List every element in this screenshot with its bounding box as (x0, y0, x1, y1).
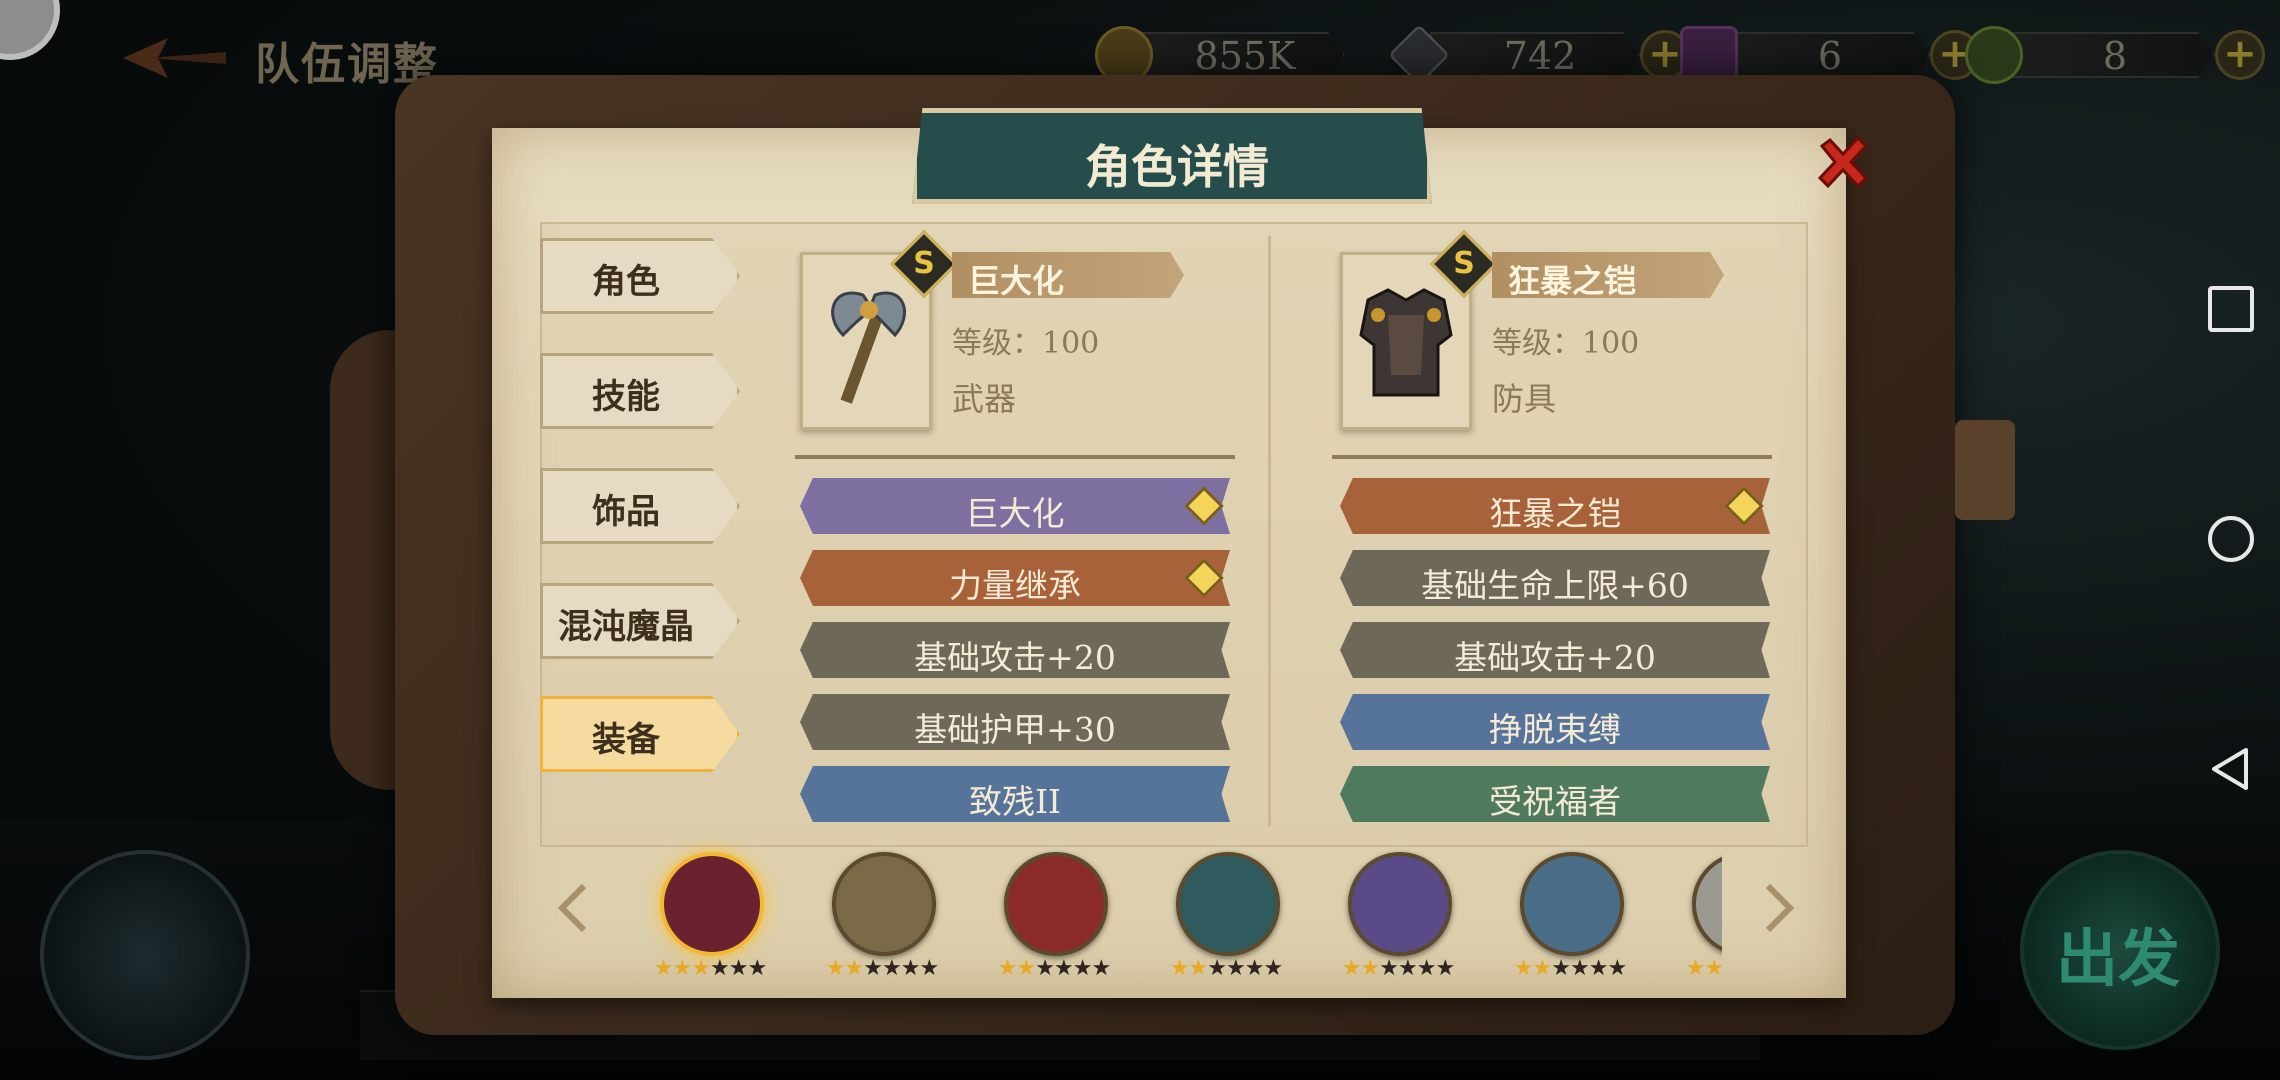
star-rating: ★★★★★★ (997, 956, 1111, 981)
hero-carousel: ★★★★★★ ★★★★★★ ★★★★★★ ★★★★★★ ★★★★★★ ★★★★★… (540, 852, 1808, 982)
skill-row[interactable]: 基础生命上限+60 (1340, 550, 1770, 606)
system-nav-bar (2180, 0, 2280, 1080)
back-button[interactable] (118, 30, 228, 86)
hero-portrait[interactable]: ★★★★★★ (1490, 852, 1650, 982)
hero-portrait[interactable]: ★★★★★★ (1146, 852, 1306, 982)
equipment-type: 武器 (952, 380, 1017, 418)
home-icon[interactable] (2208, 516, 2254, 562)
modal-title-banner: 角色详情 (912, 108, 1432, 204)
column-separator (1268, 236, 1271, 826)
avatar (1520, 852, 1624, 956)
tab-character[interactable]: 角色 (540, 238, 740, 314)
hero-portrait[interactable]: ★★★★★★ (974, 852, 1134, 982)
tab-skills[interactable]: 技能 (540, 353, 740, 429)
equipment-level: 等级：100 (952, 326, 1100, 361)
modal-title: 角色详情 (1085, 140, 1269, 194)
avatar (1348, 852, 1452, 956)
divider-right (1332, 455, 1772, 459)
book-strap (1955, 420, 2015, 520)
equipment-name: 狂暴之铠 (1508, 262, 1637, 300)
hero-portrait[interactable]: ★★★★★★ (1662, 852, 1722, 982)
skill-row[interactable]: 致残II (800, 766, 1230, 822)
star-rating: ★★★★★★ (1685, 956, 1722, 981)
equipment-card-weapon[interactable]: S 巨大化 等级：100 武器 (800, 230, 1260, 440)
star-rating: ★★★★★★ (1341, 956, 1455, 981)
close-button[interactable] (1812, 132, 1874, 194)
skill-row[interactable]: 基础攻击+20 (800, 622, 1230, 678)
avatar (1692, 852, 1722, 956)
skill-row[interactable]: 基础攻击+20 (1340, 622, 1770, 678)
equipment-card-armor[interactable]: S 狂暴之铠 等级：100 防具 (1340, 230, 1800, 440)
skill-row[interactable]: 狂暴之铠 (1340, 478, 1770, 534)
star-rating: ★★★★★★ (1513, 956, 1627, 981)
avatar (660, 852, 764, 956)
avatar (832, 852, 936, 956)
skill-row[interactable]: 巨大化 (800, 478, 1230, 534)
star-rating: ★★★★★★ (653, 956, 767, 981)
tab-equipment[interactable]: 装备 (540, 696, 740, 772)
recent-apps-icon[interactable] (2208, 286, 2254, 332)
equipment-type: 防具 (1492, 380, 1557, 418)
back-arrow-icon (123, 38, 226, 78)
green-rune-icon (1965, 26, 2023, 84)
avatar (1004, 852, 1108, 956)
close-icon (1817, 135, 1869, 189)
divider-left (795, 455, 1235, 459)
hero-portrait[interactable]: ★★★★★★ (630, 852, 790, 982)
tab-accessories[interactable]: 饰品 (540, 468, 740, 544)
equipment-name: 巨大化 (968, 262, 1065, 300)
star-rating: ★★★★★★ (825, 956, 939, 981)
hero-portrait[interactable]: ★★★★★★ (1318, 852, 1478, 982)
skill-row[interactable]: 挣脱束缚 (1340, 694, 1770, 750)
tab-chaos-crystal[interactable]: 混沌魔晶 (540, 583, 740, 659)
joystick[interactable] (40, 850, 250, 1060)
avatar (1176, 852, 1280, 956)
nav-back-icon[interactable] (2208, 746, 2254, 792)
star-rating: ★★★★★★ (1169, 956, 1283, 981)
hero-portrait[interactable]: ★★★★★★ (802, 852, 962, 982)
equipment-level: 等级：100 (1492, 326, 1640, 361)
skill-row[interactable]: 受祝福者 (1340, 766, 1770, 822)
skill-row[interactable]: 基础护甲+30 (800, 694, 1230, 750)
corner-badge[interactable] (0, 0, 60, 60)
skill-row[interactable]: 力量继承 (800, 550, 1230, 606)
